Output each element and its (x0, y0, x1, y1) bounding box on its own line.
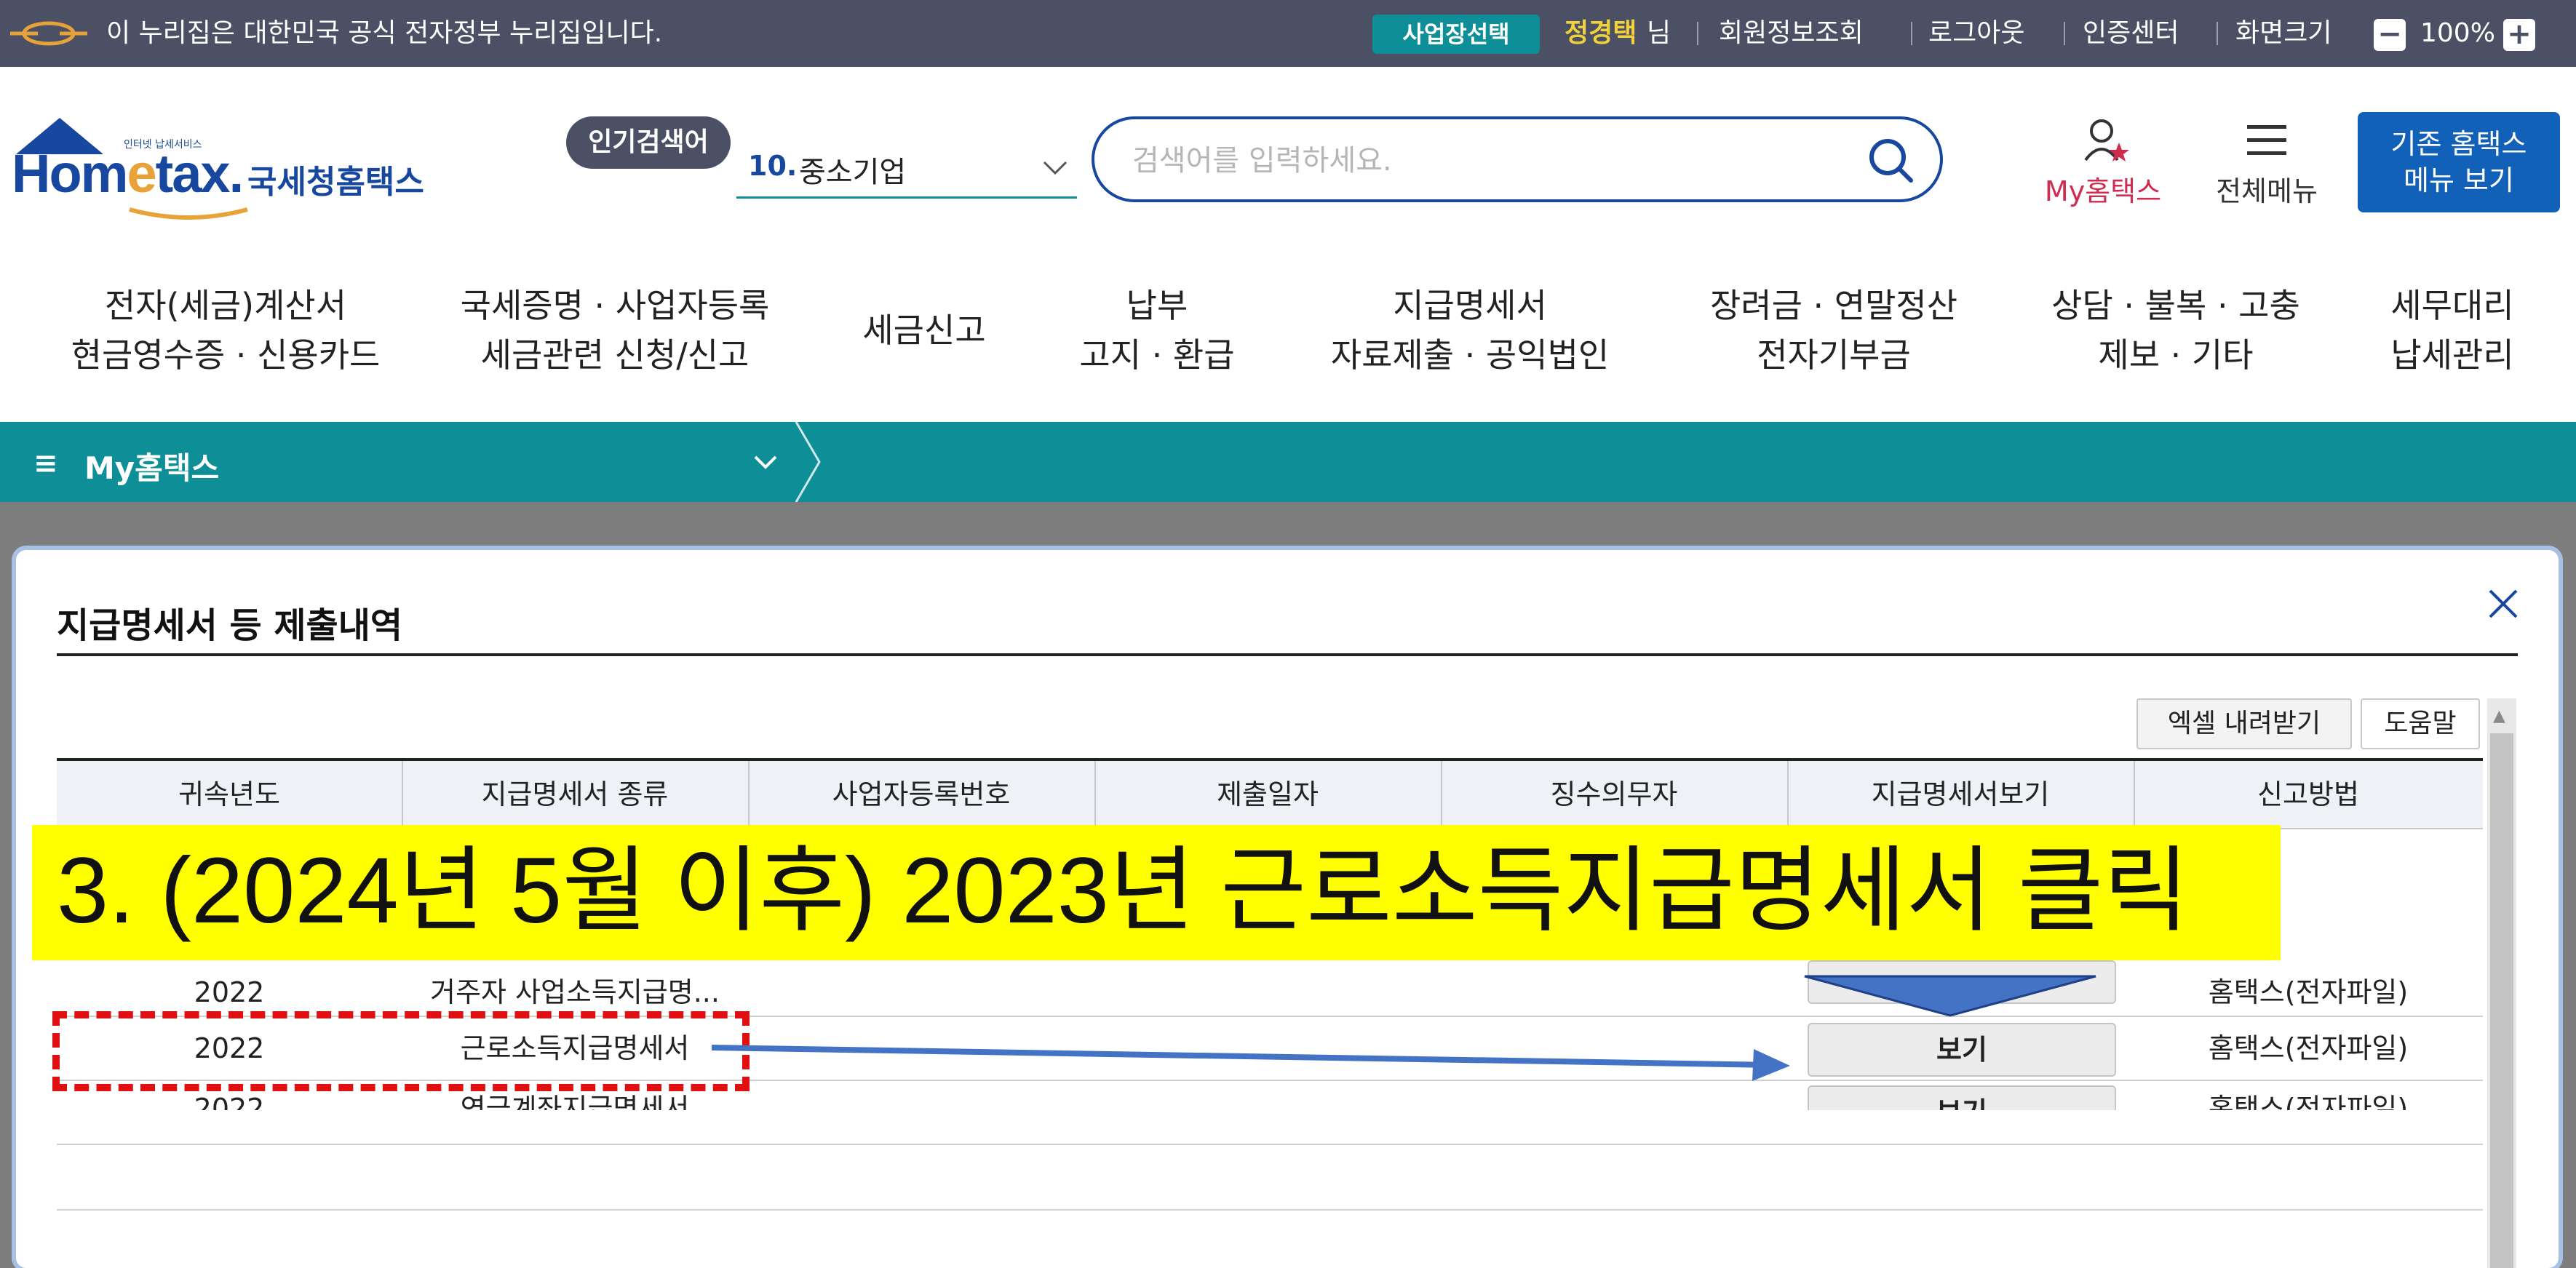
nav-consulting-line2: 제보 · 기타 (2098, 335, 2254, 375)
arrow-pointer-icon (711, 1045, 1790, 1081)
nav-tax-return-line1: 세금신고 (862, 311, 986, 350)
gov-notice-text: 이 누리집은 대한민국 공식 전자정부 누리집입니다. (106, 18, 663, 48)
scroll-up-icon[interactable]: ▲ (2493, 707, 2505, 725)
column-header-year: 귀속년도 (178, 778, 280, 810)
nav-certificate-line1: 국세증명 · 사업자등록 (460, 286, 770, 325)
nav-tax-agent-line1: 세무대리 (2390, 286, 2514, 325)
zoom-out-button[interactable]: − (2374, 19, 2406, 51)
legacy-menu-line2: 메뉴 보기 (2404, 164, 2514, 196)
nav-incentive[interactable]: 장려금 · 연말정산 전자기부금 (1688, 281, 1979, 380)
view-button[interactable]: 보기 (1808, 1085, 2116, 1110)
logout-link[interactable]: 로그아웃 (1928, 16, 2024, 51)
close-icon[interactable] (2481, 582, 2525, 626)
divider (1911, 22, 1912, 45)
nav-incentive-line1: 장려금 · 연말정산 (1709, 286, 1958, 325)
popular-search-badge: 인기검색어 (566, 116, 731, 169)
nav-e-invoice[interactable]: 전자(세금)계산서 현금영수증 · 신용카드 (29, 281, 422, 380)
help-button[interactable]: 도움말 (2361, 698, 2480, 749)
nav-payment-line2: 고지 · 환급 (1079, 335, 1235, 375)
user-name-suffix: 님 (1647, 18, 1671, 48)
breadcrumb-separator-icon (795, 422, 821, 502)
divider (2064, 22, 2065, 45)
logo-word-tax: tax. (155, 143, 245, 204)
logo-korean: 국세청홈택스 (247, 164, 424, 201)
all-menu-button[interactable]: 전체메뉴 (2198, 116, 2336, 211)
instruction-text: 3. (2024년 5월 이후) 2023년 근로소득지급명세서 클릭 (57, 839, 2190, 943)
cell-method: 홈택스(전자파일) (2208, 1032, 2409, 1064)
user-star-icon (2084, 119, 2129, 162)
popular-term: 중소기업 (799, 156, 907, 189)
search-box (1092, 116, 1943, 202)
column-header-submit-date: 제출일자 (1217, 778, 1319, 810)
instruction-callout: 3. (2024년 5월 이후) 2023년 근로소득지급명세서 클릭 (32, 825, 2281, 960)
nav-incentive-line2: 전자기부금 (1757, 335, 1911, 375)
my-hometax-bar: ≡ My홈택스 (0, 422, 2576, 502)
view-button[interactable]: 보기 (1808, 1023, 2116, 1077)
screen-size-label: 화면크기 (2235, 18, 2332, 48)
legacy-menu-button[interactable]: 기존 홈택스 메뉴 보기 (2358, 112, 2560, 212)
menu-list-icon[interactable]: ≡ (33, 447, 58, 480)
search-input[interactable] (1131, 140, 1832, 182)
popular-rank: 10. (748, 150, 798, 182)
cell-method: 홈택스(전자파일) (2208, 976, 2409, 1008)
gov-notice-bar: 이 누리집은 대한민국 공식 전자정부 누리집입니다. 사업장선택 정경택 님 … (0, 0, 2576, 67)
nav-e-invoice-line1: 전자(세금)계산서 (104, 286, 347, 325)
nav-consulting-line1: 상담 · 불복 · 고충 (2051, 286, 2300, 325)
column-header-method: 신고방법 (2257, 778, 2359, 810)
zoom-in-button[interactable]: + (2503, 19, 2535, 51)
chevron-down-icon[interactable] (752, 454, 779, 471)
nav-payment-line1: 납부 (1126, 286, 1188, 325)
business-select-button[interactable]: 사업장선택 (1372, 15, 1540, 54)
egov-logo-icon (10, 21, 87, 46)
zoom-level: 100% (2420, 18, 2495, 48)
nav-certificate[interactable]: 국세증명 · 사업자등록 세금관련 신청/신고 (444, 281, 786, 380)
my-hometax-label: My홈택스 (2044, 175, 2162, 207)
row-divider (57, 1209, 2483, 1211)
cert-center-link[interactable]: 인증센터 (2083, 16, 2179, 51)
scrollbar-thumb[interactable] (2490, 733, 2513, 1268)
chevron-down-icon (1043, 161, 1068, 175)
cell-year: 2022 (194, 976, 265, 1008)
my-hometax-button[interactable]: My홈택스 (2030, 116, 2176, 211)
divider (1697, 22, 1698, 45)
column-header-withholder: 징수의무자 (1550, 778, 1678, 810)
hamburger-menu-icon (2247, 125, 2286, 155)
title-divider (57, 653, 2518, 656)
highlight-box (52, 1011, 750, 1091)
column-header-type: 지급명세서 종류 (481, 778, 669, 810)
my-hometax-menu-title[interactable]: My홈택스 (84, 444, 219, 488)
excel-download-button[interactable]: 엑셀 내려받기 (2136, 698, 2352, 749)
divider (2217, 22, 2218, 45)
popular-search-select[interactable]: 10. 중소기업 (736, 138, 1077, 199)
member-info-link[interactable]: 회원정보조회 (1719, 16, 1864, 51)
logo-swoosh-icon (129, 207, 248, 220)
logo-wordmark: Hometax. (12, 143, 245, 204)
nav-payment-statement-line1: 지급명세서 (1393, 286, 1547, 325)
nav-payment-statement-line2: 자료제출 · 공익법인 (1330, 335, 1610, 375)
legacy-menu-line1: 기존 홈택스 (2390, 128, 2527, 160)
all-menu-label: 전체메뉴 (2216, 175, 2318, 207)
user-name: 정경택 (1565, 18, 1637, 48)
nav-e-invoice-line2: 현금영수증 · 신용카드 (71, 335, 381, 375)
table-scrollbar[interactable]: ▲ (2487, 698, 2516, 1268)
nav-consulting[interactable]: 상담 · 불복 · 고충 제보 · 기타 (2030, 281, 2321, 380)
nav-tax-agent-line2: 납세관리 (2390, 335, 2514, 375)
column-header-business-number: 사업자등록번호 (832, 778, 1011, 810)
cell-type[interactable]: 거주자 사업소득지급명... (402, 970, 748, 1014)
row-divider (57, 1144, 2483, 1145)
logo-word-hom: Hom (12, 143, 128, 204)
nav-payment-statement[interactable]: 지급명세서 자료제출 · 공익법인 (1310, 281, 1630, 380)
nav-tax-agent[interactable]: 세무대리 납세관리 (2372, 281, 2532, 380)
search-icon[interactable] (1866, 135, 1917, 186)
down-triangle-pointer-icon (1804, 975, 2096, 1017)
column-header-view: 지급명세서보기 (1871, 778, 2050, 810)
logo-word-e: e (127, 143, 156, 204)
cell-method: 홈택스(전자파일) (2208, 1093, 2409, 1110)
nav-tax-return[interactable]: 세금신고 (830, 306, 1019, 355)
modal-title: 지급명세서 등 제출내역 (57, 605, 403, 646)
nav-certificate-line2: 세금관련 신청/신고 (480, 335, 750, 375)
nav-payment[interactable]: 납부 고지 · 환급 (1048, 281, 1266, 380)
